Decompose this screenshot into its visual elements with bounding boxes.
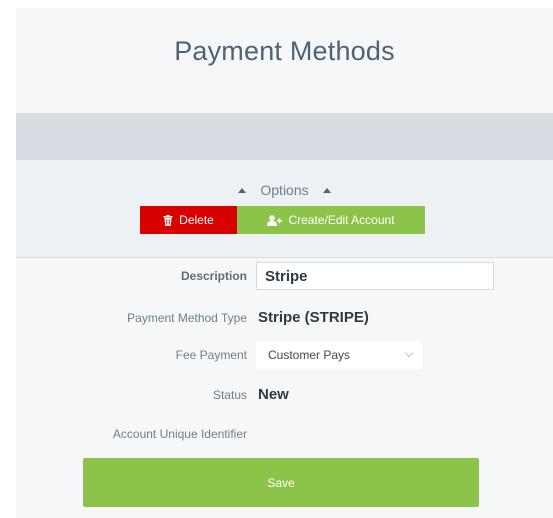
save-label: Save [267,475,295,490]
account-unique-identifier-label: Account Unique Identifier [112,427,247,441]
save-button[interactable]: Save [83,458,479,507]
options-area: Options Delete Create/Edit Account [16,160,553,258]
header-band [16,113,553,160]
delete-button[interactable]: Delete [140,206,237,234]
trash-icon [163,214,173,226]
description-row: Description [16,262,553,290]
options-button-row: Delete Create/Edit Account [140,206,425,234]
payment-method-type-value: Stripe (STRIPE) [258,309,369,326]
create-edit-account-label: Create/Edit Account [288,213,395,227]
fee-payment-select[interactable]: Customer Pays [256,341,422,369]
fee-payment-label: Fee Payment [175,348,247,362]
description-input[interactable] [256,262,494,290]
create-edit-account-button[interactable]: Create/Edit Account [237,206,425,234]
add-user-icon [267,214,283,226]
fee-payment-selected: Customer Pays [268,348,351,362]
payment-method-type-label: Payment Method Type [127,311,247,325]
page: Payment Methods Options Delete Create/Ed… [0,0,553,518]
account-unique-identifier-row: Account Unique Identifier [16,420,553,448]
payment-method-type-row: Payment Method Type Stripe (STRIPE) [16,304,553,332]
page-title: Payment Methods [174,36,395,66]
description-label: Description [180,269,247,283]
delete-label: Delete [179,213,214,227]
chevron-down-icon [404,348,414,358]
fee-payment-row: Fee Payment Customer Pays [16,341,553,369]
options-toggle[interactable]: Options [16,182,553,198]
options-label: Options [260,182,309,198]
payment-methods-panel: Payment Methods Options Delete Create/Ed… [16,8,553,518]
status-row: Status New [16,381,553,409]
status-label: Status [212,388,247,402]
status-value: New [258,386,289,403]
caret-up-icon [238,187,247,193]
caret-up-icon [322,187,331,193]
